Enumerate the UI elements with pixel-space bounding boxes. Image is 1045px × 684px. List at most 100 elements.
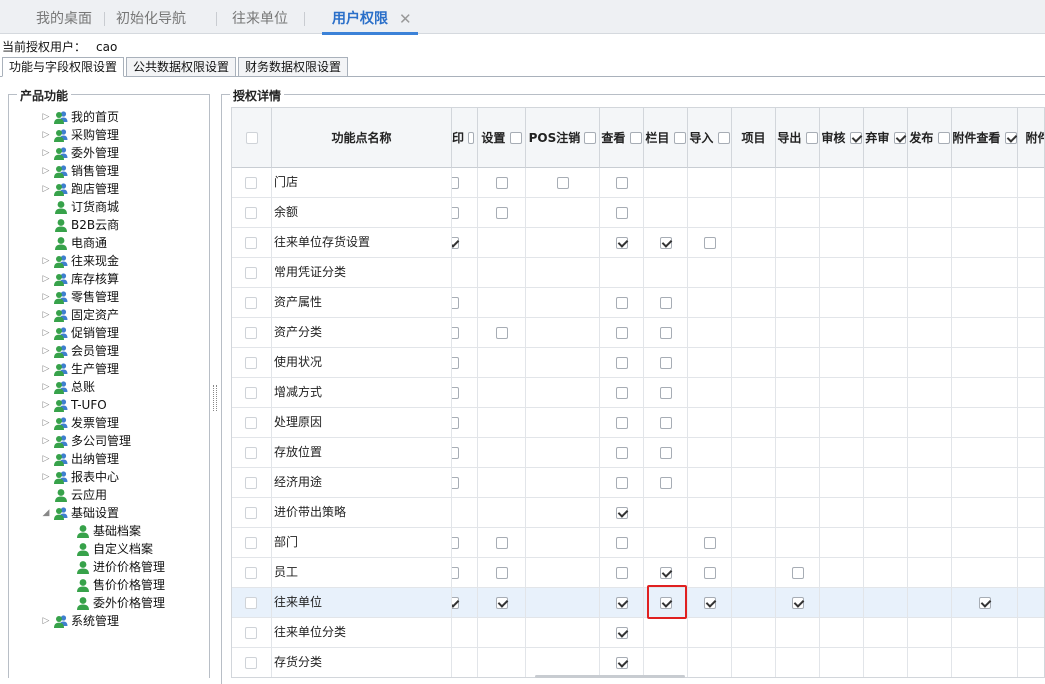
collapsed-arrow-icon[interactable]: ▷ xyxy=(41,144,51,162)
column-header[interactable]: 导出 xyxy=(776,108,819,167)
row-select-checkbox[interactable] xyxy=(245,297,257,309)
table-row[interactable]: 部门 xyxy=(232,528,1044,558)
permission-checkbox[interactable] xyxy=(452,537,459,549)
column-header[interactable]: 附件查看 xyxy=(952,108,1017,167)
table-row[interactable]: 处理原因 xyxy=(232,408,1044,438)
permission-checkbox[interactable] xyxy=(660,297,672,309)
column-header[interactable]: 查看 xyxy=(600,108,643,167)
permission-checkbox[interactable] xyxy=(616,207,628,219)
permission-checkbox[interactable] xyxy=(496,327,508,339)
row-select-checkbox[interactable] xyxy=(245,537,257,549)
collapsed-arrow-icon[interactable]: ▷ xyxy=(41,270,51,288)
select-all-checkbox[interactable] xyxy=(245,131,258,144)
permission-checkbox[interactable] xyxy=(616,627,628,639)
permission-checkbox[interactable] xyxy=(452,477,459,489)
column-header[interactable]: 发布 xyxy=(908,108,951,167)
row-select-checkbox[interactable] xyxy=(245,387,257,399)
column-header-checkbox[interactable] xyxy=(805,131,818,144)
permission-checkbox[interactable] xyxy=(496,207,508,219)
permission-checkbox[interactable] xyxy=(704,597,716,609)
table-row[interactable]: 资产属性 xyxy=(232,288,1044,318)
permission-checkbox[interactable] xyxy=(616,507,628,519)
collapsed-arrow-icon[interactable]: ▷ xyxy=(41,432,51,450)
collapsed-arrow-icon[interactable]: ▷ xyxy=(41,306,51,324)
column-header-checkbox[interactable] xyxy=(717,131,730,144)
permission-checkbox[interactable] xyxy=(979,597,991,609)
row-select-checkbox[interactable] xyxy=(245,267,257,279)
column-header[interactable]: 栏目 xyxy=(644,108,687,167)
permission-checkbox[interactable] xyxy=(792,597,804,609)
tab-my-desktop[interactable]: 我的桌面 xyxy=(36,6,92,32)
table-row[interactable]: 员工 xyxy=(232,558,1044,588)
collapsed-arrow-icon[interactable]: ▷ xyxy=(41,612,51,630)
permission-checkbox[interactable] xyxy=(660,447,672,459)
column-header-checkbox[interactable] xyxy=(893,131,906,144)
row-select-checkbox[interactable] xyxy=(245,357,257,369)
row-select-checkbox[interactable] xyxy=(245,207,257,219)
row-select-checkbox[interactable] xyxy=(245,237,257,249)
permission-checkbox[interactable] xyxy=(496,597,508,609)
table-row[interactable]: 往来单位分类 xyxy=(232,618,1044,648)
collapsed-arrow-icon[interactable]: ▷ xyxy=(41,126,51,144)
column-header[interactable]: 审核 xyxy=(820,108,863,167)
permission-checkbox[interactable] xyxy=(660,357,672,369)
column-header-checkbox[interactable] xyxy=(937,131,950,144)
column-header[interactable]: 设置 xyxy=(478,108,525,167)
permission-checkbox[interactable] xyxy=(496,177,508,189)
collapsed-arrow-icon[interactable]: ▷ xyxy=(41,108,51,126)
permission-checkbox[interactable] xyxy=(660,387,672,399)
permission-checkbox[interactable] xyxy=(616,237,628,249)
collapsed-arrow-icon[interactable]: ▷ xyxy=(41,414,51,432)
permission-checkbox[interactable] xyxy=(616,477,628,489)
expanded-arrow-icon[interactable]: ◢ xyxy=(41,504,51,522)
table-row[interactable]: 存放位置 xyxy=(232,438,1044,468)
permission-checkbox[interactable] xyxy=(452,567,459,579)
column-header-checkbox[interactable] xyxy=(849,131,862,144)
table-row[interactable]: 往来单位 xyxy=(232,588,1044,618)
table-row[interactable]: 经济用途 xyxy=(232,468,1044,498)
collapsed-arrow-icon[interactable]: ▷ xyxy=(41,450,51,468)
permission-checkbox[interactable] xyxy=(616,417,628,429)
collapsed-arrow-icon[interactable]: ▷ xyxy=(41,360,51,378)
permission-checkbox[interactable] xyxy=(616,597,628,609)
row-select-checkbox[interactable] xyxy=(245,177,257,189)
row-select-checkbox[interactable] xyxy=(245,417,257,429)
permission-checkbox[interactable] xyxy=(557,177,569,189)
table-row[interactable]: 门店 xyxy=(232,168,1044,198)
permission-checkbox[interactable] xyxy=(616,657,628,669)
column-header[interactable]: POS注销 xyxy=(526,108,599,167)
permission-checkbox[interactable] xyxy=(704,567,716,579)
permission-checkbox[interactable] xyxy=(452,597,459,609)
permission-checkbox[interactable] xyxy=(452,237,459,249)
permission-checkbox[interactable] xyxy=(496,537,508,549)
table-row[interactable]: 进价带出策略 xyxy=(232,498,1044,528)
row-select-checkbox[interactable] xyxy=(245,327,257,339)
permission-checkbox[interactable] xyxy=(660,417,672,429)
collapsed-arrow-icon[interactable]: ▷ xyxy=(41,180,51,198)
permission-checkbox[interactable] xyxy=(452,447,459,459)
permission-checkbox[interactable] xyxy=(792,567,804,579)
collapsed-arrow-icon[interactable]: ▷ xyxy=(41,342,51,360)
permission-checkbox[interactable] xyxy=(616,537,628,549)
permission-checkbox[interactable] xyxy=(660,237,672,249)
permission-checkbox[interactable] xyxy=(496,567,508,579)
column-header-checkbox[interactable] xyxy=(629,131,642,144)
column-header-checkbox[interactable] xyxy=(509,131,522,144)
collapsed-arrow-icon[interactable]: ▷ xyxy=(41,468,51,486)
collapsed-arrow-icon[interactable]: ▷ xyxy=(41,396,51,414)
row-select-checkbox[interactable] xyxy=(245,507,257,519)
permission-checkbox[interactable] xyxy=(704,537,716,549)
column-header[interactable]: 项目 xyxy=(732,108,775,167)
tab-init-nav[interactable]: 初始化导航 xyxy=(116,6,186,32)
tab-user-permissions[interactable]: 用户权限 xyxy=(322,6,418,35)
table-row[interactable]: 增减方式 xyxy=(232,378,1044,408)
row-select-checkbox[interactable] xyxy=(245,657,257,669)
close-icon[interactable]: ✕ xyxy=(399,6,412,32)
subtab-function-field[interactable]: 功能与字段权限设置 xyxy=(2,57,125,77)
row-select-checkbox[interactable] xyxy=(245,567,257,579)
table-row[interactable]: 使用状况 xyxy=(232,348,1044,378)
permission-checkbox[interactable] xyxy=(452,297,459,309)
collapsed-arrow-icon[interactable]: ▷ xyxy=(41,324,51,342)
permission-checkbox[interactable] xyxy=(616,357,628,369)
column-header-checkbox[interactable] xyxy=(468,131,474,144)
